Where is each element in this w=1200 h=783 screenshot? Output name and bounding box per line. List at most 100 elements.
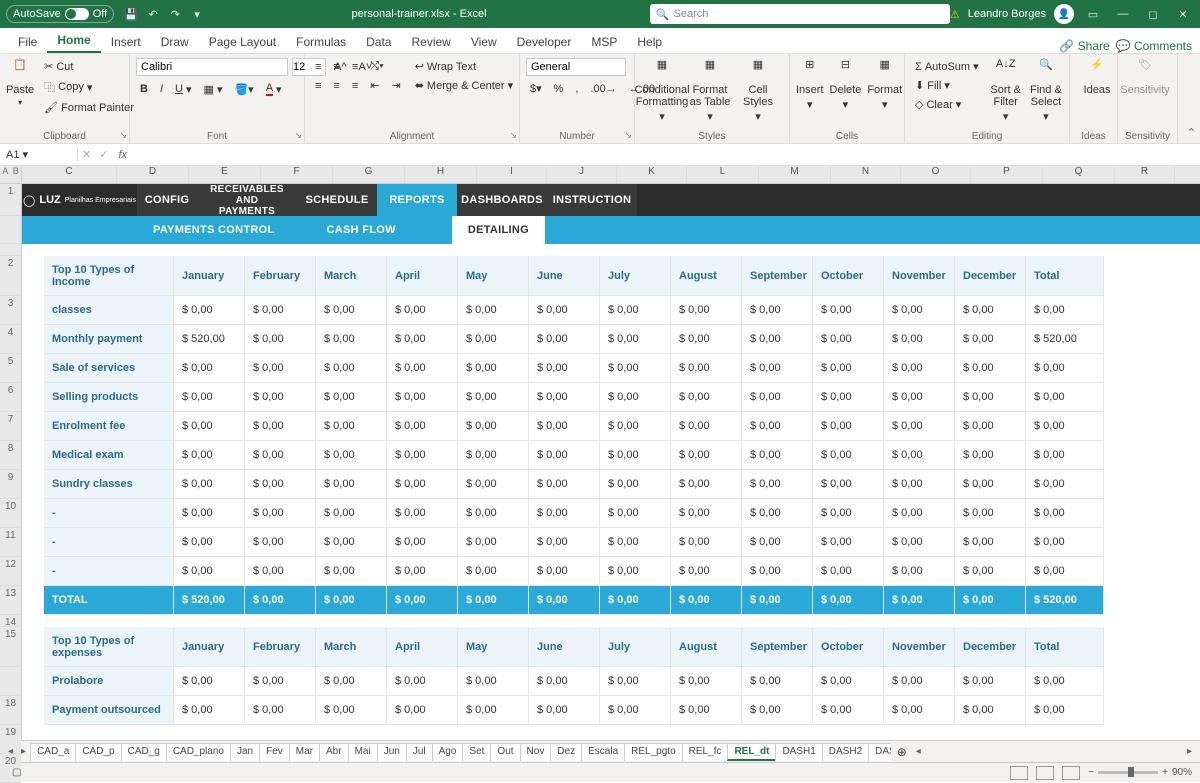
data-cell[interactable]: $ 0,00 — [600, 383, 671, 412]
tab-nav-next[interactable]: ▸ — [17, 746, 30, 757]
tab-receivables[interactable]: RECEIVABLES AND PAYMENTS — [197, 184, 297, 216]
data-cell[interactable]: $ 0,00 — [1026, 667, 1104, 696]
menu-page-layout[interactable]: Page Layout — [199, 31, 286, 53]
data-cell[interactable]: $ 0,00 — [529, 470, 600, 499]
data-cell[interactable]: $ 0,00 — [387, 354, 458, 383]
data-cell[interactable]: $ 0,00 — [316, 557, 387, 586]
col-header-L[interactable]: L — [687, 166, 759, 183]
data-cell[interactable]: $ 520,00 — [174, 325, 245, 354]
undo-icon[interactable]: ↶ — [144, 8, 162, 21]
data-cell[interactable]: $ 0,00 — [174, 296, 245, 325]
data-cell[interactable]: $ 0,00 — [458, 441, 529, 470]
align-right-button[interactable]: ≡ — [348, 78, 362, 94]
data-cell[interactable]: $ 0,00 — [529, 499, 600, 528]
ideas-button[interactable]: ⚡Ideas — [1076, 58, 1118, 96]
data-cell[interactable]: $ 0,00 — [529, 441, 600, 470]
data-cell[interactable]: $ 0,00 — [671, 383, 742, 412]
data-cell[interactable]: $ 0,00 — [458, 354, 529, 383]
data-cell[interactable]: $ 0,00 — [671, 499, 742, 528]
data-cell[interactable]: $ 0,00 — [742, 412, 813, 441]
data-cell[interactable]: $ 0,00 — [174, 354, 245, 383]
data-cell[interactable]: $ 0,00 — [458, 383, 529, 412]
accounting-button[interactable]: $▾ — [526, 80, 546, 97]
sheet-tab-Jan[interactable]: Jan — [230, 743, 260, 761]
data-cell[interactable]: $ 0,00 — [174, 557, 245, 586]
data-cell[interactable]: $ 0,00 — [813, 412, 884, 441]
add-sheet-button[interactable]: ⊕ — [891, 743, 913, 761]
sheet-tab-REL_dt[interactable]: REL_dt — [727, 743, 776, 761]
data-cell[interactable]: $ 0,00 — [316, 470, 387, 499]
data-cell[interactable]: $ 0,00 — [245, 354, 316, 383]
data-cell[interactable]: $ 0,00 — [742, 354, 813, 383]
data-cell[interactable]: $ 0,00 — [245, 325, 316, 354]
tab-scroll-left[interactable]: ◂ — [912, 746, 925, 757]
data-cell[interactable]: $ 0,00 — [458, 296, 529, 325]
menu-data[interactable]: Data — [356, 31, 401, 53]
data-cell[interactable]: $ 0,00 — [813, 470, 884, 499]
col-header-E[interactable]: E — [189, 166, 261, 183]
data-cell[interactable]: $ 0,00 — [884, 412, 955, 441]
col-header-F[interactable]: F — [261, 166, 333, 183]
row-header-10[interactable]: 10 — [0, 499, 21, 528]
avatar[interactable]: 👤 — [1054, 4, 1074, 24]
data-cell[interactable]: $ 0,00 — [671, 441, 742, 470]
data-cell[interactable]: $ 0,00 — [245, 528, 316, 557]
menu-review[interactable]: Review — [401, 31, 460, 53]
sheet-tab-Abr[interactable]: Abr — [319, 743, 349, 761]
sort-filter-button[interactable]: A↓ZSort & Filter▾ — [989, 58, 1023, 123]
data-cell[interactable]: $ 0,00 — [884, 557, 955, 586]
data-cell[interactable]: $ 0,00 — [1026, 383, 1104, 412]
data-cell[interactable]: $ 0,00 — [884, 667, 955, 696]
sheet-tab-Set[interactable]: Set — [462, 743, 491, 761]
share-button[interactable]: 🔗 Share — [1059, 39, 1109, 53]
data-cell[interactable]: $ 0,00 — [1026, 557, 1104, 586]
data-cell[interactable]: $ 0,00 — [1026, 470, 1104, 499]
data-cell[interactable]: $ 0,00 — [742, 499, 813, 528]
data-cell[interactable]: $ 0,00 — [742, 696, 813, 725]
data-cell[interactable]: $ 0,00 — [316, 383, 387, 412]
data-cell[interactable]: $ 0,00 — [955, 696, 1026, 725]
font-color-button[interactable]: A▾ — [262, 80, 286, 98]
col-header-O[interactable]: O — [901, 166, 971, 183]
data-cell[interactable]: $ 0,00 — [387, 557, 458, 586]
name-box[interactable]: A1 ▾ — [0, 148, 78, 161]
format-painter-button[interactable]: 🖌Format Painter — [40, 99, 138, 116]
borders-button[interactable]: ▦ ▾ — [200, 81, 227, 98]
data-cell[interactable]: $ 0,00 — [1026, 696, 1104, 725]
sheet-tab-DASH1[interactable]: DASH1 — [775, 743, 822, 761]
tab-instruction[interactable]: INSTRUCTION — [547, 184, 637, 216]
cut-button[interactable]: ✂Cut — [40, 58, 138, 75]
col-header-I[interactable]: I — [477, 166, 547, 183]
sheet-tab-Fev[interactable]: Fev — [259, 743, 290, 761]
data-cell[interactable]: $ 0,00 — [955, 412, 1026, 441]
col-header-G[interactable]: G — [333, 166, 405, 183]
data-cell[interactable]: $ 0,00 — [813, 499, 884, 528]
find-select-button[interactable]: 🔍Find & Select▾ — [1029, 58, 1063, 123]
data-cell[interactable]: $ 0,00 — [884, 696, 955, 725]
data-cell[interactable]: $ 0,00 — [600, 325, 671, 354]
data-cell[interactable]: $ 0,00 — [742, 296, 813, 325]
data-cell[interactable]: $ 0,00 — [600, 470, 671, 499]
col-header-H[interactable]: H — [405, 166, 477, 183]
data-cell[interactable]: $ 0,00 — [529, 528, 600, 557]
col-header-M[interactable]: M — [759, 166, 831, 183]
menu-developer[interactable]: Developer — [507, 31, 582, 53]
data-cell[interactable]: $ 0,00 — [884, 354, 955, 383]
wrap-text-button[interactable]: ↩ Wrap Text — [411, 58, 517, 75]
col-header-J[interactable]: J — [547, 166, 617, 183]
sensitivity-button[interactable]: 🏷Sensitivity — [1124, 58, 1166, 96]
data-cell[interactable]: $ 0,00 — [245, 499, 316, 528]
subtab-cash-flow[interactable]: CASH FLOW — [311, 216, 412, 244]
data-cell[interactable]: $ 0,00 — [458, 499, 529, 528]
col-header-K[interactable]: K — [617, 166, 687, 183]
data-cell[interactable]: $ 0,00 — [671, 412, 742, 441]
delete-cells-button[interactable]: ⊟Delete▾ — [830, 58, 862, 111]
data-cell[interactable]: $ 0,00 — [1026, 528, 1104, 557]
data-cell[interactable]: $ 0,00 — [600, 696, 671, 725]
data-cell[interactable]: $ 0,00 — [387, 412, 458, 441]
data-cell[interactable]: $ 0,00 — [742, 383, 813, 412]
data-cell[interactable]: $ 0,00 — [1026, 499, 1104, 528]
data-cell[interactable]: $ 0,00 — [245, 696, 316, 725]
data-cell[interactable]: $ 0,00 — [529, 296, 600, 325]
data-cell[interactable]: $ 0,00 — [316, 296, 387, 325]
